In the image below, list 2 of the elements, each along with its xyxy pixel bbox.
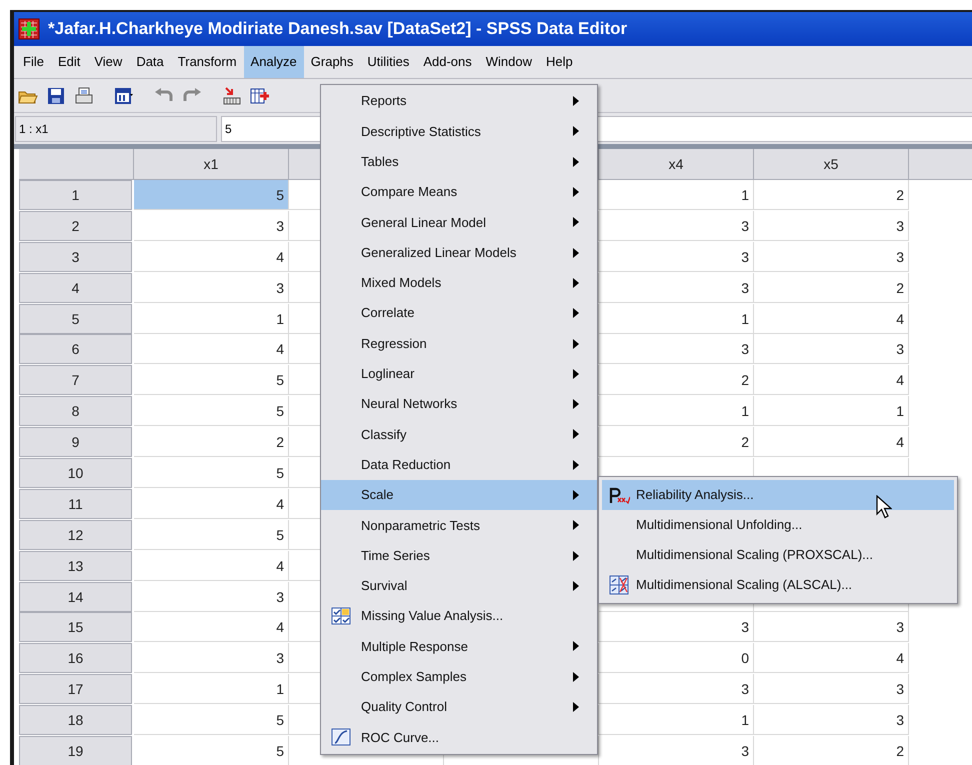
cell-reference-field: 1 : x1 bbox=[15, 116, 217, 142]
window-title: *Jafar.H.Charkheye Modiriate Danesh.sav [DataSet2] - SPSS Data Editor bbox=[48, 18, 628, 40]
